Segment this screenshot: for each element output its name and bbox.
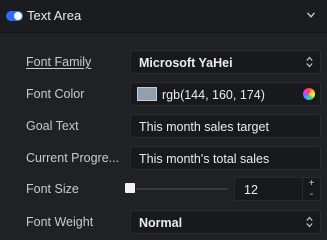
- font-family-label: Font Family: [26, 55, 92, 69]
- toggle-knob: [14, 12, 22, 20]
- font-weight-select[interactable]: Normal: [130, 210, 321, 234]
- updown-arrows-icon: [306, 216, 313, 228]
- current-progress-label: Current Progre...: [26, 151, 120, 165]
- section-enable-toggle[interactable]: [6, 11, 23, 21]
- font-weight-label: Font Weight: [26, 215, 94, 229]
- goal-text-input[interactable]: This month sales target: [130, 114, 321, 138]
- current-progress-row: Current Progre... This month's total sal…: [0, 146, 327, 170]
- font-size-row: Font Size 12 + -: [0, 177, 327, 201]
- decrement-button[interactable]: -: [303, 189, 320, 200]
- font-family-select[interactable]: Microsoft YaHei: [130, 50, 321, 74]
- section-header[interactable]: Text Area: [0, 0, 327, 33]
- font-size-slider-handle[interactable]: [125, 183, 135, 193]
- current-progress-value: This month's total sales: [139, 152, 270, 166]
- font-size-value: 12: [244, 183, 258, 197]
- font-color-label: Font Color: [26, 87, 85, 101]
- goal-text-label: Goal Text: [26, 119, 79, 133]
- text-area-settings-panel: Font Family Microsoft YaHei Font Color r…: [0, 33, 327, 240]
- font-size-stepper: + -: [302, 178, 320, 200]
- section-title: Text Area: [27, 8, 82, 23]
- font-color-input[interactable]: rgb(144, 160, 174): [130, 82, 321, 106]
- updown-arrows-icon: [306, 56, 313, 68]
- font-size-number-input[interactable]: 12 + -: [234, 177, 321, 201]
- color-swatch[interactable]: [137, 87, 157, 101]
- font-family-row: Font Family Microsoft YaHei: [0, 50, 327, 74]
- goal-text-row: Goal Text This month sales target: [0, 114, 327, 138]
- chevron-down-icon[interactable]: [307, 12, 315, 18]
- font-size-slider-track[interactable]: [136, 188, 228, 190]
- font-weight-value: Normal: [139, 216, 183, 230]
- font-size-label: Font Size: [26, 182, 79, 196]
- font-color-row: Font Color rgb(144, 160, 174): [0, 82, 327, 106]
- font-weight-row: Font Weight Normal: [0, 210, 327, 234]
- current-progress-input[interactable]: This month's total sales: [130, 146, 321, 170]
- goal-text-value: This month sales target: [139, 120, 269, 134]
- color-wheel-icon[interactable]: [303, 88, 315, 100]
- font-family-value: Microsoft YaHei: [139, 56, 233, 70]
- font-color-value: rgb(144, 160, 174): [162, 88, 265, 102]
- increment-button[interactable]: +: [303, 178, 320, 189]
